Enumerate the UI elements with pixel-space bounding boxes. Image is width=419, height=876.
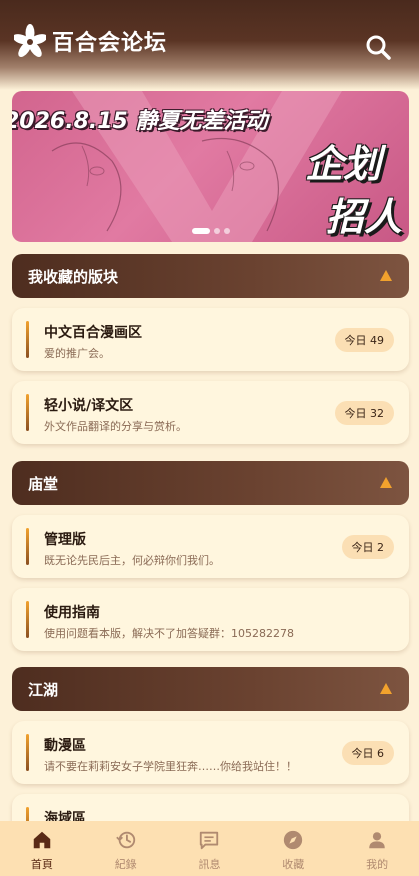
collapse-triangle-icon[interactable] — [380, 683, 392, 694]
nav-label: 收藏 — [282, 858, 305, 871]
nav-label: 訊息 — [198, 858, 221, 871]
history-icon — [115, 831, 135, 849]
user-icon — [369, 832, 385, 849]
nav-home[interactable]: 首頁 — [2, 821, 81, 872]
accent-bar — [26, 321, 29, 358]
accent-bar — [26, 601, 29, 638]
accent-bar — [26, 394, 29, 431]
app-header: 百合会论坛 — [0, 0, 419, 90]
pagination-dot[interactable] — [224, 228, 230, 234]
board-description: 请不要在莉莉安女子学院里狂奔……你给我站住！！ — [44, 760, 297, 773]
board-description: 爱的推广会。 — [44, 347, 110, 360]
board-description: 使用问题看本版，解决不了加答疑群：105282278 — [44, 627, 294, 640]
nav-history[interactable]: 紀錄 — [86, 821, 165, 872]
section-title: 我收藏的版块 — [28, 267, 119, 286]
app-title: 百合会论坛 — [52, 31, 168, 56]
today-count-badge: 今日 2 — [341, 535, 394, 559]
board-title: 使用指南 — [44, 605, 100, 621]
lily-flower-icon — [14, 24, 46, 58]
board-description: 既无论先民后主，何必辩你们我们。 — [44, 554, 220, 567]
accent-bar — [26, 528, 29, 565]
board-description: 外文作品翻译的分享与赏析。 — [44, 420, 187, 433]
nav-label: 紀錄 — [114, 858, 137, 871]
bottom-nav: 首頁 紀錄 訊息 收藏 我的 — [0, 821, 419, 876]
collapse-triangle-icon[interactable] — [380, 270, 392, 281]
search-button[interactable] — [364, 33, 392, 61]
promo-banner[interactable]: 2026.8.15 静夏无差活动 企划 招人 — [12, 91, 409, 242]
board-title: 動漫區 — [44, 738, 86, 754]
board-title: 中文百合漫画区 — [44, 325, 142, 341]
board-card[interactable]: 管理版 既无论先民后主，何必辩你们我们。 今日 2 — [12, 515, 409, 578]
board-title: 轻小说/译文区 — [44, 398, 134, 414]
accent-bar — [26, 734, 29, 771]
search-icon — [366, 35, 391, 60]
nav-favorites[interactable]: 收藏 — [254, 821, 333, 872]
today-count-badge: 今日 32 — [334, 401, 394, 425]
pagination-dot[interactable] — [192, 228, 210, 234]
section-title: 江湖 — [28, 680, 59, 699]
nav-messages[interactable]: 訊息 — [170, 821, 249, 872]
today-count-badge: 今日 6 — [341, 741, 394, 765]
board-card[interactable]: 中文百合漫画区 爱的推广会。 今日 49 — [12, 308, 409, 371]
banner-big-text-1: 企划 — [305, 142, 382, 186]
nav-label: 我的 — [366, 858, 389, 871]
banner-pagination — [192, 228, 230, 234]
message-icon — [200, 831, 219, 850]
section-header-temple[interactable]: 庙堂 — [12, 461, 409, 505]
board-title: 管理版 — [44, 532, 86, 548]
compass-icon — [284, 830, 303, 850]
today-count-badge: 今日 49 — [334, 328, 394, 352]
banner-headline: 2026.8.15 静夏无差活动 — [12, 109, 268, 134]
collapse-triangle-icon[interactable] — [380, 477, 392, 488]
home-icon — [33, 831, 51, 849]
section-header-favorites[interactable]: 我收藏的版块 — [12, 254, 409, 298]
section-title: 庙堂 — [28, 474, 59, 493]
pagination-dot[interactable] — [214, 228, 220, 234]
logo[interactable]: 百合会论坛 — [14, 24, 167, 58]
board-card[interactable]: 動漫區 请不要在莉莉安女子学院里狂奔……你给我站住！！ 今日 6 — [12, 721, 409, 784]
banner-big-text-2: 招人 — [326, 195, 403, 239]
board-card[interactable]: 使用指南 使用问题看本版，解决不了加答疑群：105282278 — [12, 588, 409, 651]
board-card[interactable]: 轻小说/译文区 外文作品翻译的分享与赏析。 今日 32 — [12, 381, 409, 444]
nav-profile[interactable]: 我的 — [338, 821, 417, 872]
nav-label: 首頁 — [30, 858, 53, 871]
section-header-jianghu[interactable]: 江湖 — [12, 667, 409, 711]
